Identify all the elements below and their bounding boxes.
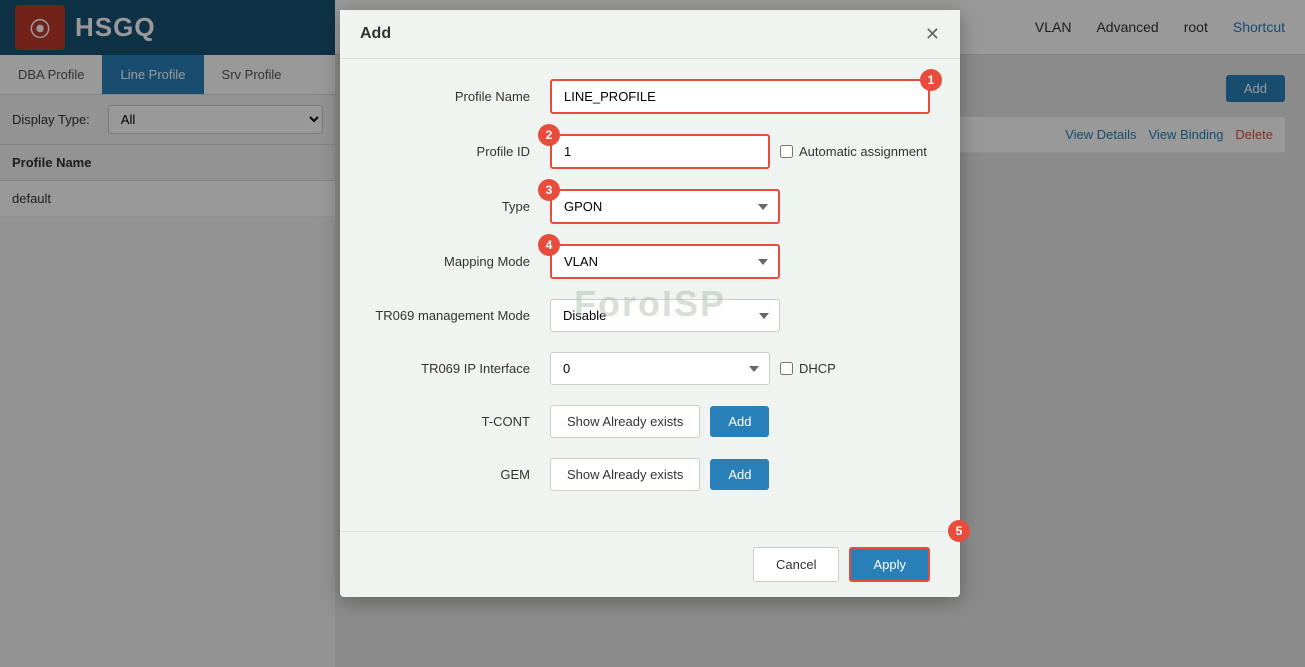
mapping-mode-label: Mapping Mode [370,254,550,269]
profile-name-input[interactable] [550,79,930,114]
step-badge-4: 4 [538,234,560,256]
step-badge-1: 1 [920,69,942,91]
modal-header: Add ✕ [340,10,960,59]
tr069-mode-row: TR069 management Mode Disable Enable [370,299,930,332]
auto-assign-text: Automatic assignment [799,144,927,159]
tcont-show-exists-btn[interactable]: Show Already exists [550,405,700,438]
profile-id-row: Profile ID Automatic assignment 2 [370,134,930,169]
auto-assign-checkbox[interactable] [780,145,793,158]
tr069-mode-select[interactable]: Disable Enable [550,299,780,332]
modal-title: Add [360,25,391,43]
type-select[interactable]: GPON EPON XGS-PON [550,189,780,224]
gem-show-exists-btn[interactable]: Show Already exists [550,458,700,491]
modal-close-button[interactable]: ✕ [925,25,940,43]
step-badge-5: 5 [948,520,970,542]
add-modal: Add ✕ Profile Name 1 Profile ID Automati… [340,10,960,597]
tcont-row: T-CONT Show Already exists Add [370,405,930,438]
tr069-ip-label: TR069 IP Interface [370,361,550,376]
tr069-ip-row: TR069 IP Interface 0 DHCP [370,352,930,385]
auto-assign-label: Automatic assignment [780,144,927,159]
tr069-mode-label: TR069 management Mode [370,308,550,323]
tr069-ip-wrap: 0 DHCP [550,352,930,385]
profile-name-row: Profile Name 1 [370,79,930,114]
tcont-label: T-CONT [370,414,550,429]
gem-add-btn[interactable]: Add [710,459,769,490]
modal-footer: Cancel Apply 5 [340,531,960,597]
dhcp-text: DHCP [799,361,836,376]
type-label: Type [370,199,550,214]
gem-label: GEM [370,467,550,482]
profile-id-input[interactable] [550,134,770,169]
dhcp-checkbox[interactable] [780,362,793,375]
tcont-add-btn[interactable]: Add [710,406,769,437]
step-badge-3: 3 [538,179,560,201]
profile-id-wrap: Automatic assignment [550,134,930,169]
dhcp-label: DHCP [780,361,836,376]
cancel-button[interactable]: Cancel [753,547,839,582]
type-row: Type GPON EPON XGS-PON 3 [370,189,930,224]
gem-row: GEM Show Already exists Add [370,458,930,491]
modal-body: Profile Name 1 Profile ID Automatic assi… [340,59,960,531]
profile-id-label: Profile ID [370,144,550,159]
mapping-mode-select[interactable]: VLAN GEM Port [550,244,780,279]
step-badge-2: 2 [538,124,560,146]
tcont-controls: Show Already exists Add [550,405,930,438]
mapping-mode-row: Mapping Mode VLAN GEM Port 4 [370,244,930,279]
tr069-ip-select[interactable]: 0 [550,352,770,385]
profile-name-label: Profile Name [370,89,550,104]
gem-controls: Show Already exists Add [550,458,930,491]
apply-button[interactable]: Apply [849,547,930,582]
